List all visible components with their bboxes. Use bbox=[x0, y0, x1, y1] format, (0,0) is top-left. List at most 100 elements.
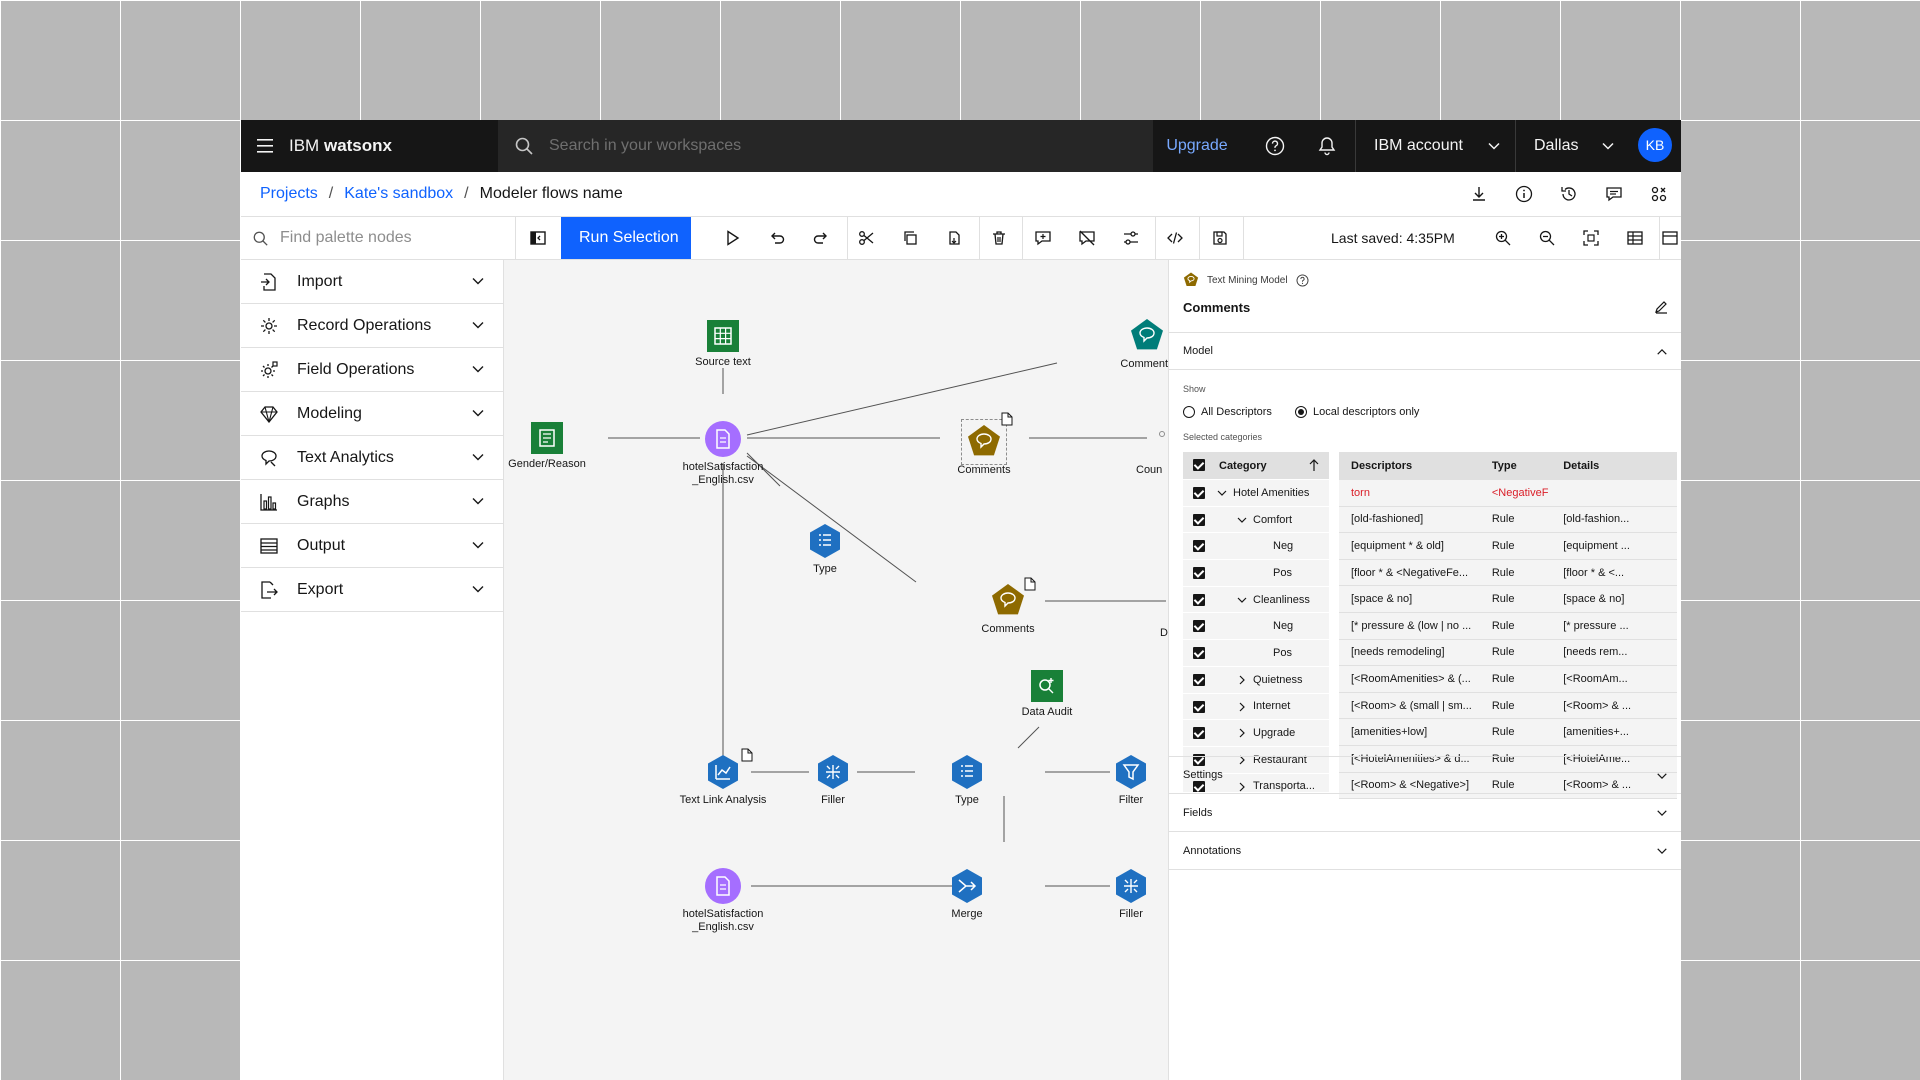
radio-local-descriptors[interactable]: Local descriptors only bbox=[1295, 406, 1419, 418]
category-tree-row[interactable]: Neg bbox=[1183, 613, 1329, 641]
undo-icon[interactable] bbox=[755, 217, 799, 259]
column-header-descriptors[interactable]: Descriptors bbox=[1339, 460, 1490, 472]
node-comments-lower[interactable]: Comments bbox=[948, 577, 1068, 636]
settings-adjust-icon[interactable] bbox=[1636, 172, 1681, 216]
table-view-icon[interactable] bbox=[1613, 217, 1657, 259]
code-icon[interactable] bbox=[1153, 217, 1197, 259]
checkbox-checked[interactable] bbox=[1193, 567, 1205, 580]
category-tree-row[interactable]: Internet bbox=[1183, 694, 1329, 721]
node-filler-2[interactable]: Filler bbox=[1071, 868, 1168, 921]
node-filter[interactable]: Filter bbox=[1071, 754, 1168, 807]
flow-canvas[interactable]: .canvas > svg:first-child { display:none… bbox=[504, 260, 1168, 1080]
user-avatar[interactable]: KB bbox=[1638, 128, 1672, 162]
descriptor-row[interactable]: [old-fashioned] Rule [old-fashion... bbox=[1339, 506, 1677, 534]
descriptor-row[interactable]: [space & no] Rule [space & no] bbox=[1339, 586, 1677, 613]
checkbox-checked[interactable] bbox=[1193, 647, 1205, 660]
descriptor-row[interactable]: [<Room> & (small | sm... Rule [<Room> & ..… bbox=[1339, 692, 1677, 720]
node-gender-reason[interactable]: Gender/Reason bbox=[504, 422, 607, 471]
descriptor-row[interactable]: [floor * & <NegativeFe... Rule [floor * & … bbox=[1339, 559, 1677, 587]
category-tree-row[interactable]: Quietness bbox=[1183, 667, 1329, 694]
descriptor-row[interactable]: [needs remodeling] Rule [needs rem... bbox=[1339, 639, 1677, 667]
node-comments-selected[interactable]: Comments bbox=[924, 412, 1044, 477]
region-switcher[interactable]: Dallas bbox=[1515, 120, 1629, 172]
node-type-top[interactable]: Type bbox=[765, 523, 885, 576]
node-comments-top[interactable]: Comments bbox=[1087, 318, 1168, 371]
category-tree-row[interactable]: Hotel Amenities bbox=[1183, 480, 1329, 507]
save-version-icon[interactable] bbox=[1198, 217, 1242, 259]
section-annotations-header[interactable]: Annotations bbox=[1169, 832, 1681, 870]
copy-icon[interactable] bbox=[888, 217, 932, 259]
hamburger-menu-icon[interactable] bbox=[241, 120, 289, 172]
section-fields-header[interactable]: Fields bbox=[1169, 794, 1681, 832]
download-icon[interactable] bbox=[1456, 172, 1501, 216]
checkbox-checked[interactable] bbox=[1193, 540, 1205, 553]
category-tree-row[interactable]: Neg bbox=[1183, 533, 1329, 561]
fit-to-screen-icon[interactable] bbox=[1569, 217, 1613, 259]
palette-category-record-operations[interactable]: Record Operations bbox=[241, 304, 503, 348]
category-tree-row[interactable]: Pos bbox=[1183, 640, 1329, 667]
settings-sliders-icon[interactable] bbox=[1109, 217, 1153, 259]
node-filler-1[interactable]: Filler bbox=[773, 754, 893, 807]
radio-all-descriptors[interactable]: All Descriptors bbox=[1183, 406, 1272, 418]
checkbox-checked[interactable] bbox=[1193, 513, 1205, 526]
checkbox-checked[interactable] bbox=[1193, 593, 1205, 606]
chevron-right-icon[interactable] bbox=[1237, 702, 1247, 712]
descriptor-row[interactable]: [* pressure & (low | no ... Rule [* pressu… bbox=[1339, 612, 1677, 640]
add-comment-icon[interactable] bbox=[1021, 217, 1065, 259]
checkbox-checked[interactable] bbox=[1193, 700, 1205, 713]
palette-category-import[interactable]: Import bbox=[241, 260, 503, 304]
help-icon[interactable] bbox=[1296, 274, 1309, 287]
node-hotel-csv-1[interactable]: hotelSatisfaction _English.csv bbox=[663, 421, 783, 487]
breadcrumb-sandbox[interactable]: Kate's sandbox bbox=[344, 185, 453, 203]
chevron-right-icon[interactable] bbox=[1237, 675, 1247, 685]
descriptor-row[interactable]: torn <NegativeF bbox=[1339, 480, 1677, 507]
descriptor-row[interactable]: [equipment * & old] Rule [equipment ... bbox=[1339, 533, 1677, 560]
chevron-right-icon[interactable] bbox=[1237, 728, 1247, 738]
section-model-header[interactable]: Model bbox=[1169, 332, 1681, 370]
node-partial-right[interactable] bbox=[1144, 430, 1168, 450]
sort-arrow-up-icon[interactable] bbox=[1309, 459, 1319, 472]
edit-icon[interactable] bbox=[1654, 300, 1668, 314]
node-text-link-analysis[interactable]: Text Link Analysis bbox=[663, 748, 783, 807]
palette-category-export[interactable]: Export bbox=[241, 568, 503, 612]
section-settings-header[interactable]: Settings bbox=[1169, 756, 1681, 794]
palette-category-text-analytics[interactable]: Text Analytics bbox=[241, 436, 503, 480]
chevron-down-icon[interactable] bbox=[1217, 488, 1227, 498]
cut-icon[interactable] bbox=[844, 217, 888, 259]
help-icon[interactable] bbox=[1249, 120, 1301, 172]
info-icon[interactable] bbox=[1501, 172, 1546, 216]
zoom-in-icon[interactable] bbox=[1481, 217, 1525, 259]
node-source-text[interactable]: Source text bbox=[663, 320, 783, 369]
checkbox-checked[interactable] bbox=[1193, 620, 1205, 633]
node-type-bottom[interactable]: Type bbox=[907, 754, 1027, 807]
run-selection-button[interactable]: Run Selection bbox=[561, 217, 691, 259]
checkbox-checked[interactable] bbox=[1193, 459, 1205, 471]
checkbox-checked[interactable] bbox=[1193, 487, 1205, 499]
column-header-type[interactable]: Type bbox=[1490, 460, 1563, 472]
history-icon[interactable] bbox=[1546, 172, 1591, 216]
column-header-details[interactable]: Details bbox=[1563, 460, 1677, 472]
node-data-audit[interactable]: Data Audit bbox=[987, 670, 1107, 719]
category-tree-row[interactable]: Comfort bbox=[1183, 507, 1329, 534]
chevron-down-icon[interactable] bbox=[1237, 515, 1247, 525]
toggle-panel-icon[interactable] bbox=[1658, 217, 1681, 259]
paste-icon[interactable] bbox=[932, 217, 976, 259]
checkbox-checked[interactable] bbox=[1193, 727, 1205, 740]
node-merge[interactable]: Merge bbox=[907, 868, 1027, 921]
comments-icon[interactable] bbox=[1591, 172, 1636, 216]
palette-category-field-operations[interactable]: Field Operations bbox=[241, 348, 503, 392]
palette-category-modeling[interactable]: Modeling bbox=[241, 392, 503, 436]
zoom-out-icon[interactable] bbox=[1525, 217, 1569, 259]
node-hotel-csv-2[interactable]: hotelSatisfaction _English.csv bbox=[663, 868, 783, 934]
category-tree-row[interactable]: Upgrade bbox=[1183, 720, 1329, 747]
descriptor-row[interactable]: [amenities+low] Rule [amenities+... bbox=[1339, 719, 1677, 746]
category-tree-row[interactable]: Pos bbox=[1183, 560, 1329, 587]
checkbox-checked[interactable] bbox=[1193, 673, 1205, 686]
notification-bell-icon[interactable] bbox=[1301, 120, 1353, 172]
account-switcher[interactable]: IBM account bbox=[1355, 120, 1515, 172]
redo-icon[interactable] bbox=[799, 217, 843, 259]
toggle-palette-icon[interactable] bbox=[516, 217, 560, 259]
palette-category-output[interactable]: Output bbox=[241, 524, 503, 568]
global-search-input[interactable]: Search in your workspaces bbox=[498, 120, 1153, 172]
delete-icon[interactable] bbox=[977, 217, 1021, 259]
